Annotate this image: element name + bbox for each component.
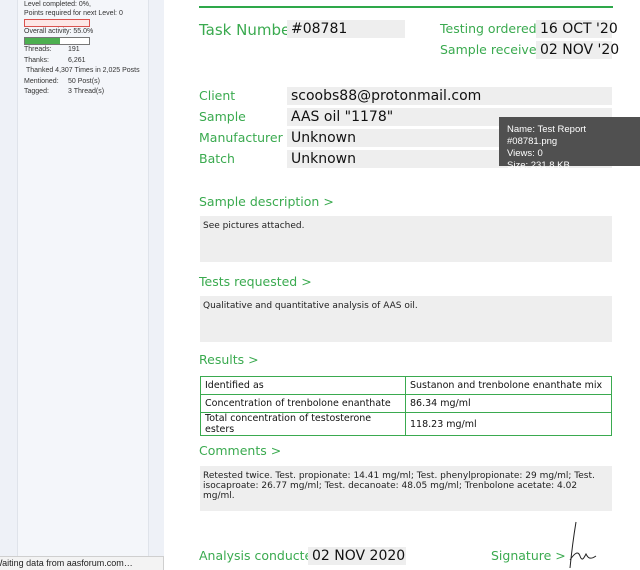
stat-label: Tagged:: [24, 88, 49, 95]
activity-progress-bar: [24, 37, 90, 45]
sample-description-heading: Sample description >: [199, 194, 334, 209]
tests-requested-text: Qualitative and quantitative analysis of…: [200, 296, 612, 342]
points-required-text: Points required for next Level: 0: [24, 10, 123, 17]
results-table: Identified as Sustanon and trenbolone en…: [200, 376, 612, 436]
tagged-link[interactable]: 3 Thread(s): [68, 88, 104, 95]
tooltip-name: Name: Test Report #08781.png: [507, 124, 587, 147]
stat-label: Thanks:: [24, 57, 49, 64]
report-top-rule: [199, 6, 613, 8]
table-row: Total concentration of testosterone este…: [200, 412, 612, 436]
tests-requested-heading: Tests requested >: [199, 274, 312, 289]
stat-tagged: Tagged: 3 Thread(s): [24, 88, 104, 95]
handwritten-signature: [569, 521, 597, 569]
sample-description-text: See pictures attached.: [200, 216, 612, 262]
stat-value: 6,261: [68, 57, 86, 64]
level-progress-bar: [24, 19, 90, 27]
level-completed-text: Level completed: 0%,: [24, 1, 91, 8]
stat-value: 191: [68, 46, 80, 53]
mentioned-link[interactable]: 50 Post(s): [68, 78, 100, 85]
table-row: Identified as Sustanon and trenbolone en…: [200, 376, 612, 395]
task-number-label: Task Number: [199, 21, 297, 39]
tooltip-size: Size: 231.8 KB: [507, 160, 570, 171]
thanked-text: Thanked 4,307 Times in 2,025 Posts: [26, 67, 140, 74]
sample-label: Sample: [199, 109, 246, 124]
stat-label: Threads:: [24, 46, 52, 53]
batch-label: Batch: [199, 151, 235, 166]
analysis-conducted-value: 02 NOV 2020: [308, 547, 406, 565]
result-name: Total concentration of testosterone este…: [200, 412, 406, 436]
activity-progress-fill: [25, 38, 61, 44]
table-row: Concentration of trenbolone enanthate 86…: [200, 394, 612, 413]
tooltip-views: Views: 0: [507, 148, 543, 159]
testing-ordered-value: 16 OCT '20: [536, 20, 618, 38]
result-name: Concentration of trenbolone enanthate: [200, 394, 406, 413]
status-text: Waiting data from aasforum.com…: [0, 558, 133, 568]
task-number-value: #08781: [287, 20, 405, 38]
stat-thanks: Thanks: 6,261: [24, 57, 86, 64]
comments-heading: Comments >: [199, 443, 282, 458]
manufacturer-label: Manufacturer: [199, 130, 283, 145]
stat-mentioned: Mentioned: 50 Post(s): [24, 78, 100, 85]
result-value: 86.34 mg/ml: [405, 394, 612, 413]
forum-user-sidebar: [0, 0, 164, 569]
stat-label: Mentioned:: [24, 78, 59, 85]
overall-activity-text: Overall activity: 55.0%: [24, 28, 94, 35]
user-stats-panel: [17, 0, 149, 569]
results-heading: Results >: [199, 352, 259, 367]
result-value: 118.23 mg/ml: [405, 412, 612, 436]
result-name: Identified as: [200, 376, 406, 395]
sample-received-value: 02 NOV '20: [536, 41, 619, 59]
browser-status-bar: Waiting data from aasforum.com…: [0, 556, 164, 570]
client-label: Client: [199, 88, 236, 103]
signature-label: Signature >: [491, 548, 566, 563]
client-value: scoobs88@protonmail.com: [287, 87, 612, 105]
comments-text: Retested twice. Test. propionate: 14.41 …: [200, 466, 612, 511]
stat-threads: Threads: 191: [24, 46, 80, 53]
attachment-tooltip: Name: Test Report #08781.png Views: 0 Si…: [499, 117, 640, 171]
result-value: Sustanon and trenbolone enanthate mix: [405, 376, 612, 395]
testing-ordered-label: Testing ordered >: [440, 21, 552, 36]
